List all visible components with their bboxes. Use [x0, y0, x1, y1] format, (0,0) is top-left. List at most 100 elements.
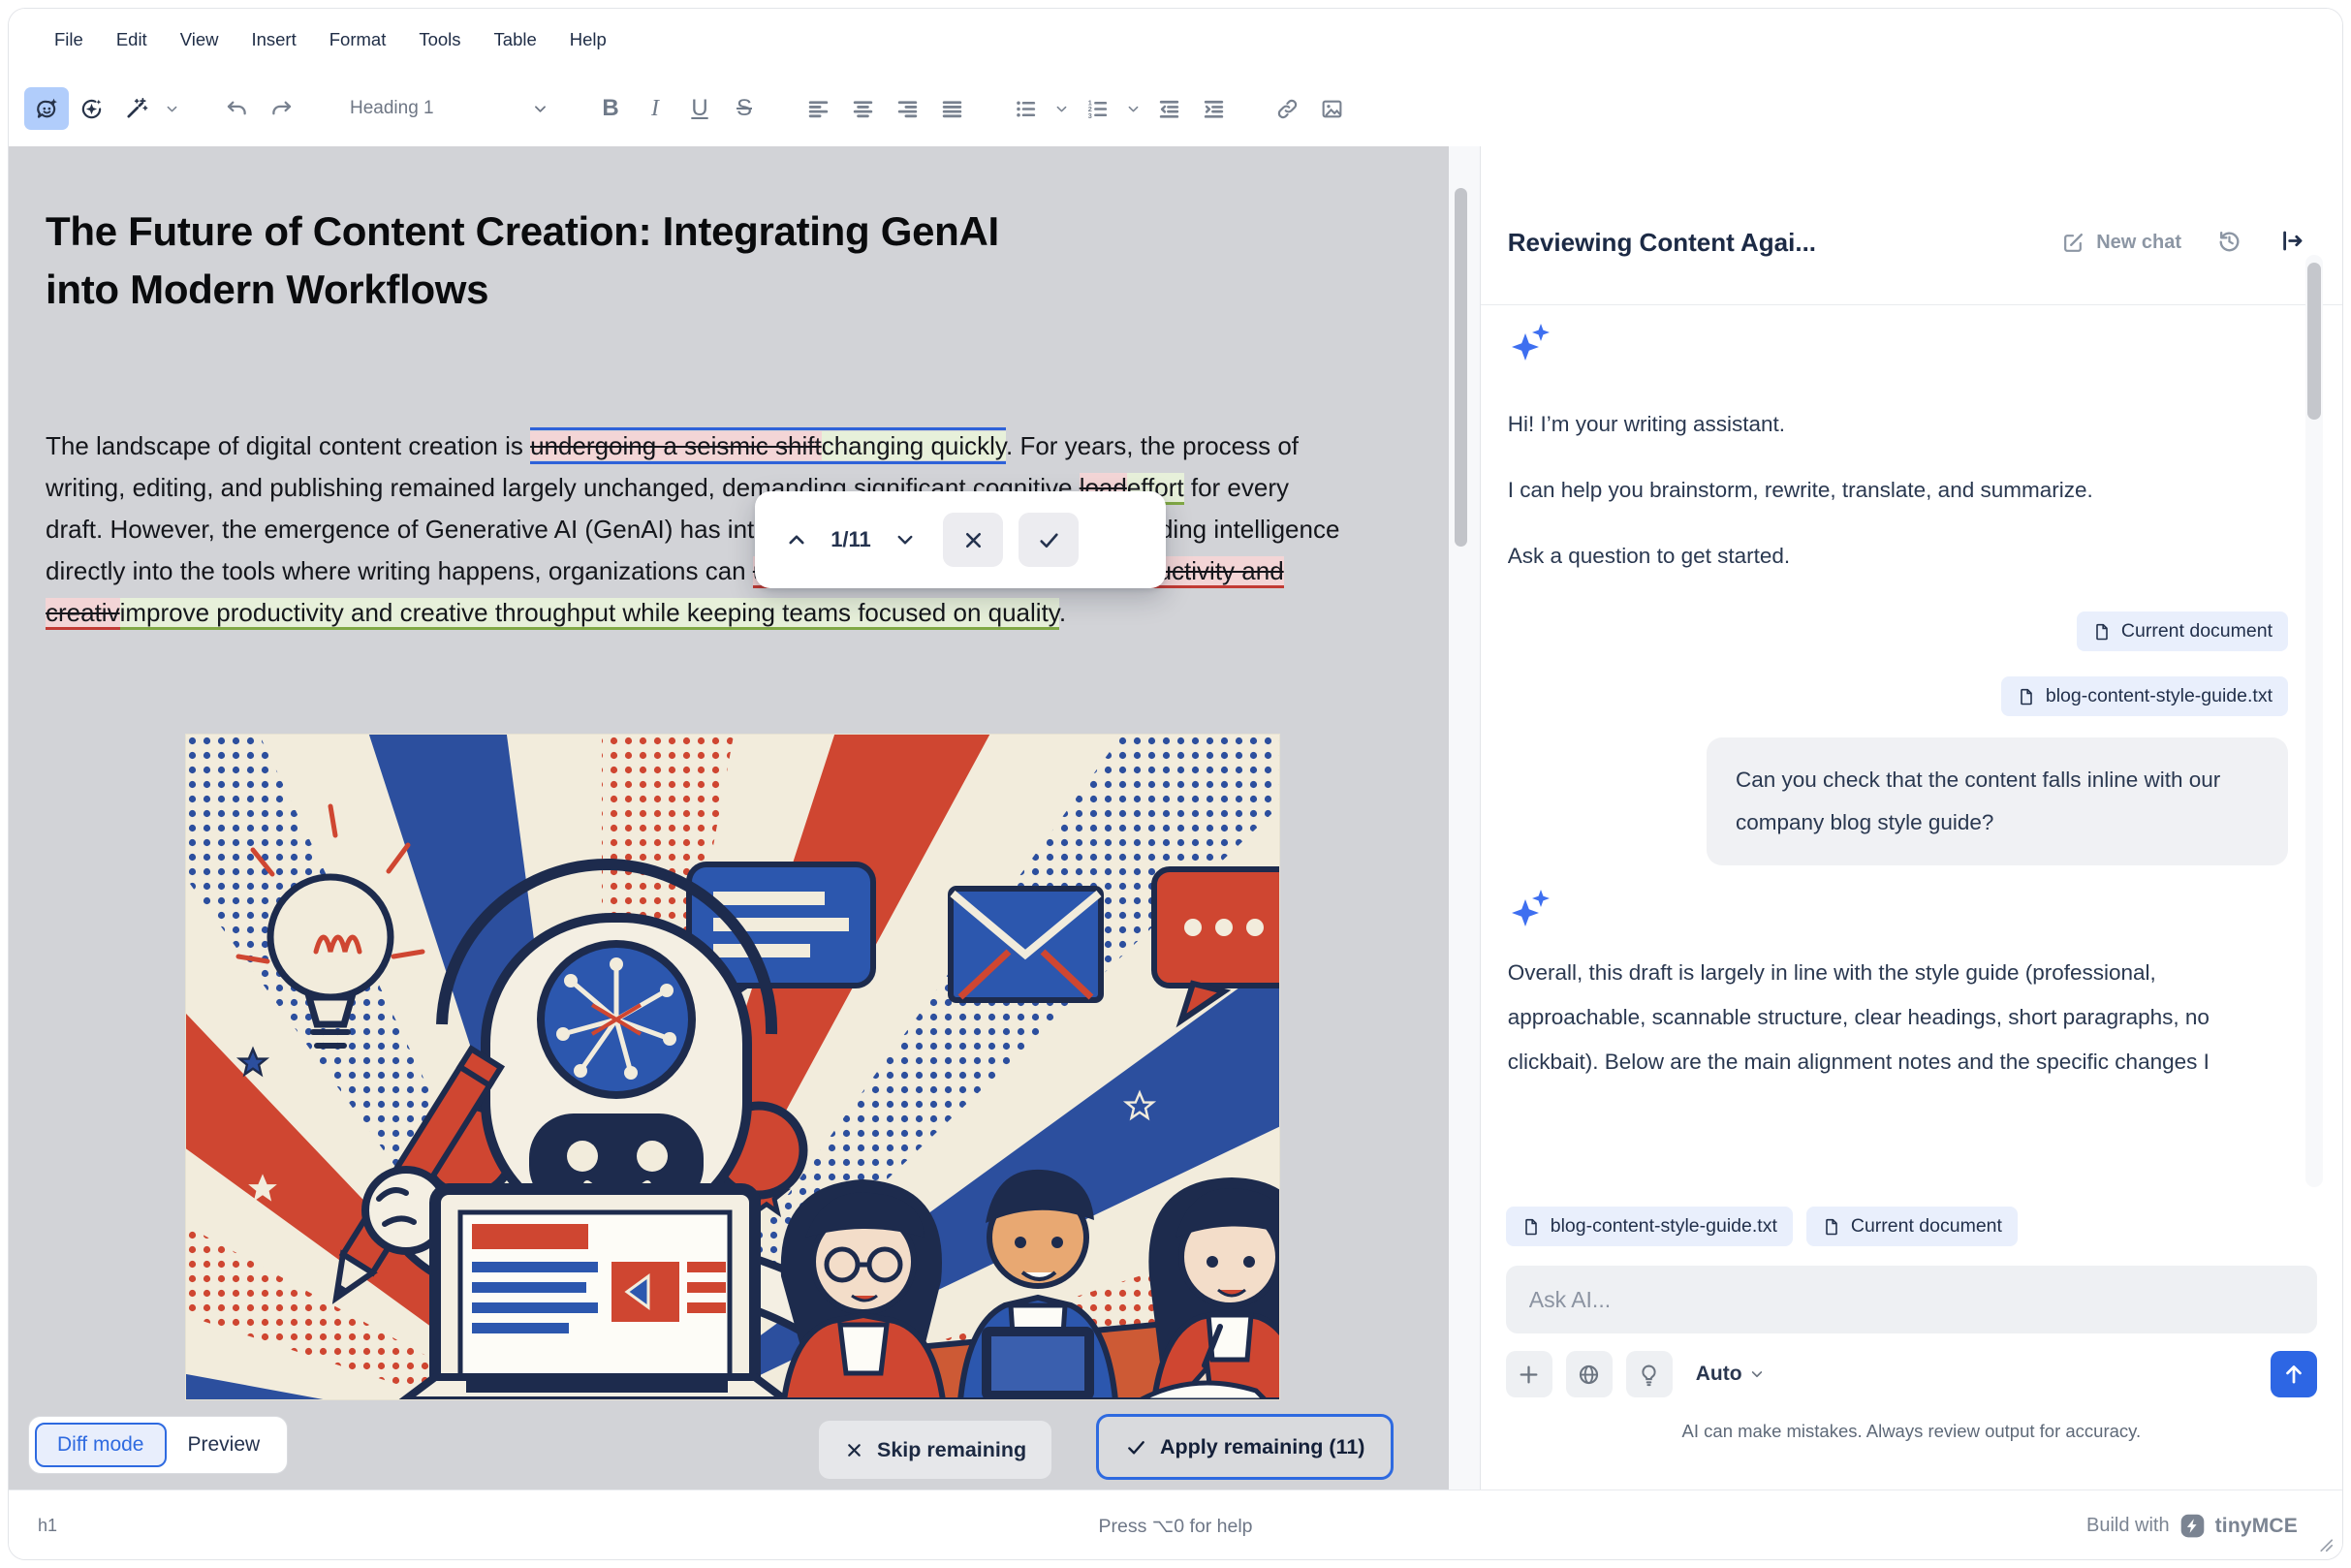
menu-format[interactable]: Format	[313, 29, 403, 50]
editor-canvas[interactable]: The Future of Content Creation: Integrat…	[9, 146, 1449, 1490]
change-counter: 1/11	[831, 527, 871, 551]
editor-scrollbar-thumb[interactable]	[1454, 188, 1467, 547]
strikethrough-button[interactable]: S	[722, 87, 767, 130]
apply-remaining-button[interactable]: Apply remaining (11)	[1096, 1414, 1395, 1480]
document-icon	[2092, 622, 2112, 642]
document-illustration[interactable]	[185, 734, 1280, 1400]
menu-edit[interactable]: Edit	[100, 29, 164, 50]
previous-change-button[interactable]	[774, 517, 819, 562]
ai-shortcuts-button[interactable]	[69, 87, 113, 130]
italic-button[interactable]: I	[633, 87, 677, 130]
toolbar-group	[24, 87, 185, 130]
magic-wand-button[interactable]	[113, 87, 158, 130]
next-change-button[interactable]	[883, 517, 927, 562]
ai-chat-button[interactable]	[24, 87, 69, 130]
list-number-menu-button[interactable]	[1119, 87, 1146, 130]
list-number-icon	[1085, 97, 1110, 121]
menu-file[interactable]: File	[38, 29, 100, 50]
view-mode-toggle: Diff mode Preview	[28, 1416, 289, 1474]
paragraph-text: The landscape of digital content creatio…	[46, 431, 531, 460]
toolbar-group: BIUS	[588, 87, 767, 130]
tinymce-branding[interactable]: Build with tinyMCE	[2086, 1513, 2298, 1539]
align-justify-button[interactable]	[929, 87, 974, 130]
check-icon	[1037, 528, 1061, 552]
menu-table[interactable]: Table	[478, 29, 553, 50]
plus-icon	[1517, 1363, 1541, 1387]
list-bullet-button[interactable]	[1003, 87, 1048, 130]
chat-history-button[interactable]	[2216, 228, 2242, 259]
skip-remaining-button[interactable]: Skip remaining	[819, 1421, 1052, 1479]
selected-change[interactable]: undergoing a seismic shiftchanging quick…	[530, 427, 1007, 464]
underline-button[interactable]: U	[677, 87, 722, 130]
align-justify-icon	[940, 97, 964, 121]
send-button[interactable]	[2271, 1351, 2317, 1397]
align-center-icon	[851, 97, 875, 121]
history-icon	[2216, 228, 2242, 254]
image-icon	[1320, 97, 1344, 121]
preview-button[interactable]: Preview	[167, 1425, 282, 1465]
magic-wand-menu-button[interactable]	[158, 87, 185, 130]
align-right-icon	[895, 97, 920, 121]
ask-ai-input[interactable]	[1505, 1266, 2317, 1333]
block-format-select[interactable]: Heading 1	[338, 86, 559, 131]
bold-button[interactable]: B	[588, 87, 633, 130]
reject-change-button[interactable]	[943, 513, 1003, 567]
ai-greeting-line2: I can help you brainstorm, rewrite, tran…	[1507, 478, 2093, 502]
attachment-chip[interactable]: blog-content-style-guide.txt	[2000, 676, 2288, 716]
list-bullet-menu-button[interactable]	[1048, 87, 1075, 130]
ai-greeting-line1: Hi! I’m your writing assistant.	[1507, 412, 1786, 436]
app-window: File Edit View Insert Format Tools Table Help H…	[8, 8, 2343, 1560]
image-button[interactable]	[1309, 87, 1354, 130]
user-message-bubble: Can you check that the content falls inl…	[1707, 737, 2288, 865]
menu-insert[interactable]: Insert	[235, 29, 312, 50]
status-bar: h1 Press ⌥0 for help Build with tinyMCE	[9, 1490, 2342, 1559]
align-center-button[interactable]	[840, 87, 885, 130]
link-button[interactable]	[1265, 87, 1309, 130]
new-chat-button[interactable]: New chat	[2061, 231, 2181, 255]
align-left-button[interactable]	[796, 87, 840, 130]
italic-icon: I	[651, 95, 659, 121]
redo-button[interactable]	[259, 87, 303, 130]
attachment-chip[interactable]: Current document	[2076, 612, 2288, 651]
list-number-button[interactable]	[1075, 87, 1119, 130]
accept-change-button[interactable]	[1019, 513, 1079, 567]
inserted-text[interactable]: changing quickly	[821, 431, 1007, 460]
menu-help[interactable]: Help	[553, 29, 623, 50]
add-attachment-button[interactable]	[1505, 1351, 1552, 1397]
chat-scrollbar-thumb[interactable]	[2307, 263, 2321, 420]
paragraph-text: .	[1058, 598, 1067, 627]
ai-sparkles-icon	[1508, 885, 1554, 931]
inserted-text[interactable]: improve productivity and creative throug…	[119, 598, 1059, 630]
collapse-panel-button[interactable]	[2279, 228, 2305, 259]
outdent-icon	[1157, 97, 1181, 121]
context-chip[interactable]: blog-content-style-guide.txt	[1505, 1207, 1793, 1246]
menu-view[interactable]: View	[164, 29, 235, 50]
toolbar: Heading 1 B I U S	[9, 71, 2342, 146]
suggestions-button[interactable]	[1625, 1351, 1673, 1397]
context-chip[interactable]: Current document	[1805, 1207, 2018, 1246]
ai-sparkles-icon	[1508, 319, 1554, 365]
toolbar-group	[796, 87, 974, 130]
chevron-down-icon	[1748, 1365, 1766, 1383]
outdent-button[interactable]	[1146, 87, 1191, 130]
list-bullet-icon	[1014, 97, 1038, 121]
document-title[interactable]: The Future of Content Creation: Integrat…	[46, 203, 1073, 318]
web-search-button[interactable]	[1565, 1351, 1613, 1397]
align-right-button[interactable]	[885, 87, 929, 130]
user-message-text: Can you check that the content falls inl…	[1736, 768, 2221, 834]
arrow-up-icon	[2281, 1362, 2306, 1387]
ai-greeting-line3: Ask a question to get started.	[1507, 544, 1791, 568]
undo-icon	[225, 97, 249, 121]
resize-grip-icon[interactable]	[2313, 1532, 2335, 1553]
deleted-text[interactable]: undergoing a seismic shift	[530, 431, 822, 460]
model-mode-select[interactable]: Auto	[1696, 1363, 1766, 1386]
compose-icon	[2061, 231, 2085, 255]
menu-tools[interactable]: Tools	[402, 29, 477, 50]
indent-button[interactable]	[1191, 87, 1236, 130]
editor-scrollbar[interactable]	[1448, 146, 1480, 1490]
chat-header: Reviewing Content Agai... New chat	[1480, 146, 2342, 305]
redo-icon	[269, 97, 294, 121]
undo-button[interactable]	[214, 87, 259, 130]
diff-mode-button[interactable]: Diff mode	[35, 1423, 167, 1467]
document-icon	[1521, 1217, 1541, 1237]
